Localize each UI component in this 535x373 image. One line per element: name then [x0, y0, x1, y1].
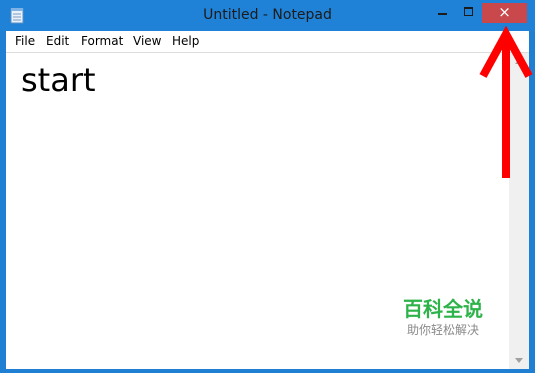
menu-view[interactable]: View	[133, 31, 161, 52]
close-icon: ×	[498, 3, 511, 21]
close-button[interactable]: ×	[482, 3, 527, 23]
maximize-button[interactable]	[456, 4, 482, 22]
title-bar[interactable]: Untitled - Notepad ×	[0, 0, 535, 31]
minimize-button[interactable]	[430, 4, 456, 22]
notepad-window: Untitled - Notepad × File Edit Format Vi…	[0, 0, 535, 373]
scroll-down-arrow-icon[interactable]	[509, 353, 529, 369]
menu-edit[interactable]: Edit	[46, 31, 69, 52]
menu-format[interactable]: Format	[81, 31, 123, 52]
menu-file[interactable]: File	[15, 31, 35, 52]
menu-help[interactable]: Help	[172, 31, 199, 52]
editor-content: start	[21, 61, 96, 99]
watermark-logo: 百科全说 助你轻松解决	[388, 296, 498, 342]
menu-bar: File Edit Format View Help	[6, 31, 529, 53]
red-arrow-annotation	[479, 26, 533, 178]
watermark-subtitle: 助你轻松解决	[406, 323, 479, 337]
watermark-title: 百科全说	[403, 297, 483, 321]
